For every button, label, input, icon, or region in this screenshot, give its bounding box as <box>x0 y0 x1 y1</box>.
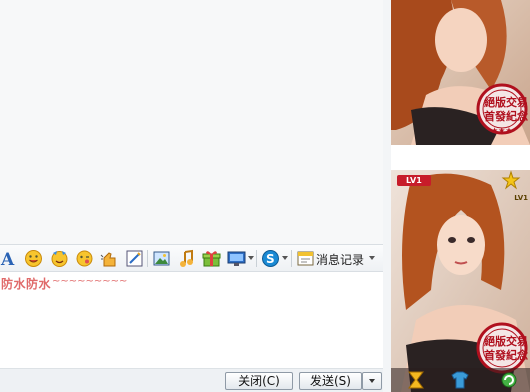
input-text: 防水防水 <box>1 277 52 291</box>
toolbar-separator <box>291 250 292 267</box>
stamp-stars: ★★★ <box>491 126 513 135</box>
message-history-button[interactable]: 消息记录 <box>316 251 364 268</box>
refresh-icon[interactable] <box>498 371 520 392</box>
send-button[interactable]: 发送(S) <box>299 372 362 390</box>
music-icon[interactable] <box>177 249 196 268</box>
payment-dropdown-icon[interactable] <box>282 256 288 260</box>
toolbar-separator <box>147 250 148 267</box>
profile-photo-top: 絕版交易 首發紀念 ★★★ <box>391 0 530 145</box>
svg-text:A: A <box>0 250 15 268</box>
close-button[interactable]: 关闭(C) <box>225 372 293 390</box>
stamp-line1: 絕版交易 <box>484 95 528 109</box>
profile-panel: 絕版交易 首發紀念 ★★★ 絕版交易 首發紀念 LV1 LV1 <box>391 0 530 392</box>
tshirt-icon[interactable] <box>451 371 469 392</box>
shake-icon[interactable] <box>100 249 119 268</box>
font-icon[interactable]: A <box>0 249 19 268</box>
input-squiggle: ~~~~~~~~~ <box>52 276 128 287</box>
wink-emoji-icon[interactable] <box>75 249 94 268</box>
stamp-line2-main: 首發紀念 <box>484 348 529 362</box>
message-input[interactable]: 防水防水 ~~~~~~~~~ <box>0 272 383 368</box>
gift-icon[interactable] <box>202 249 221 268</box>
send-options-button[interactable] <box>362 372 382 390</box>
svg-text:S: S <box>266 252 275 266</box>
profile-action-bar <box>391 368 530 392</box>
profile-photo-main: 絕版交易 首發紀念 LV1 LV1 <box>391 170 530 392</box>
emoji-magic-icon[interactable] <box>50 249 69 268</box>
level-badge: LV1 <box>397 175 431 186</box>
screen-share-dropdown-icon[interactable] <box>248 256 254 260</box>
message-history-icon[interactable] <box>296 249 315 268</box>
chevron-down-icon <box>369 379 375 383</box>
image-icon[interactable] <box>152 249 171 268</box>
stamp-line2: 首發紀念 <box>484 109 529 123</box>
input-toolbar: A S 消息记录 <box>0 244 383 272</box>
chat-history[interactable] <box>0 0 383 244</box>
hourglass-icon[interactable] <box>407 371 425 392</box>
star-level-badge: LV1 <box>514 194 528 202</box>
screenshot-crop-icon[interactable] <box>125 249 144 268</box>
smiley-icon[interactable] <box>24 249 43 268</box>
toolbar-separator <box>256 250 257 267</box>
stamp-line1-main: 絕版交易 <box>484 334 528 348</box>
message-history-dropdown-icon[interactable] <box>369 256 375 260</box>
payment-icon[interactable]: S <box>261 249 280 268</box>
send-bar: 关闭(C) 发送(S) <box>0 368 383 392</box>
screen-share-icon[interactable] <box>227 249 246 268</box>
panel-divider[interactable] <box>383 0 391 392</box>
